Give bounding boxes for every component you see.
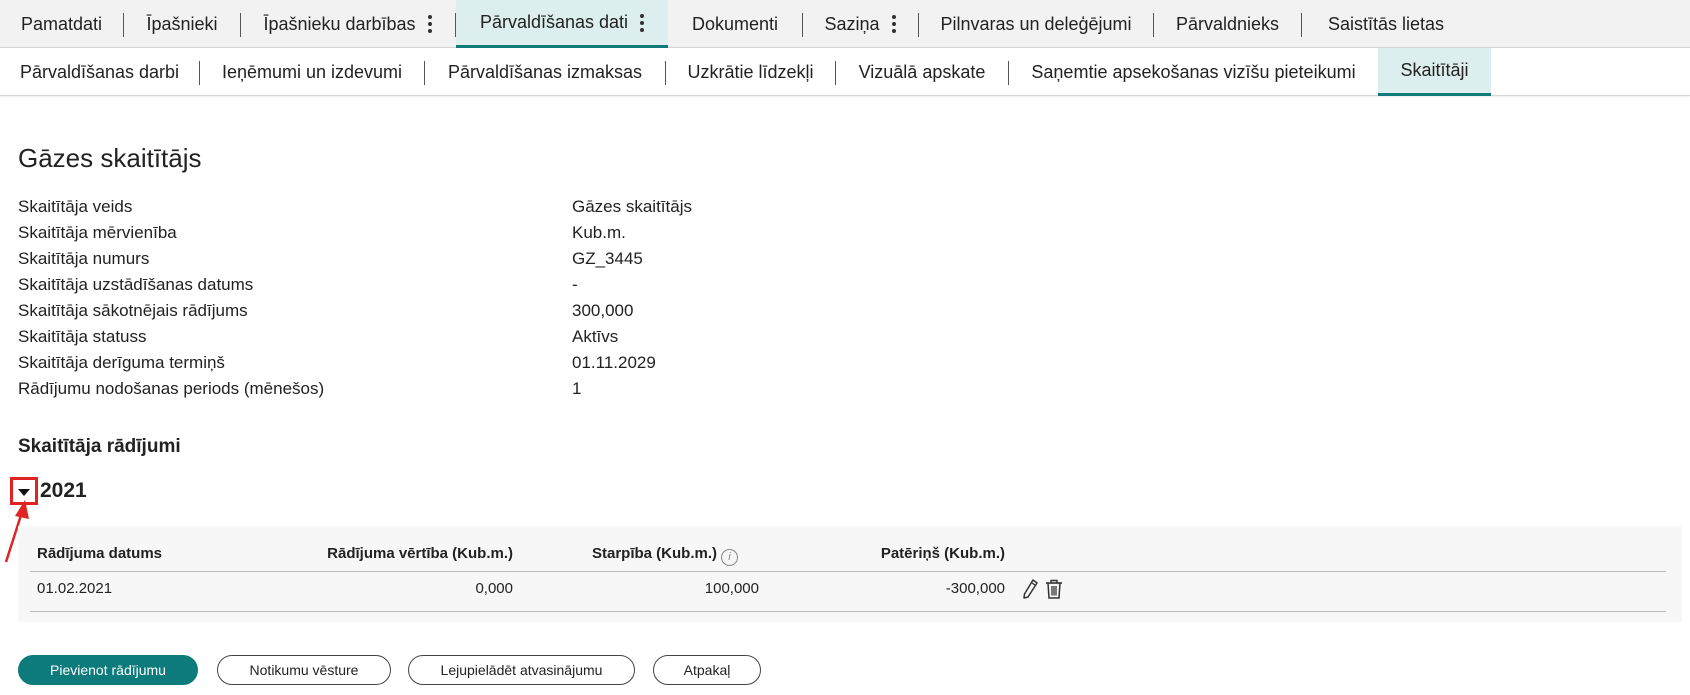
pencil-icon[interactable] xyxy=(1020,578,1040,600)
field-value: Gāzes skaitītājs xyxy=(572,197,692,216)
field-value: 300,000 xyxy=(572,301,634,320)
tab-uzkratie-lidzekli[interactable]: Uzkrātie līdzekļi xyxy=(666,48,835,96)
field-value: 01.11.2029 xyxy=(572,353,656,372)
tab-pamatdati[interactable]: Pamatdati xyxy=(0,0,123,48)
tab-parvaldisanas-darbi[interactable]: Pārvaldīšanas darbi xyxy=(0,48,199,96)
section-title: Skaitītāja rādījumi xyxy=(18,436,181,457)
tab-parvaldnieks[interactable]: Pārvaldnieks xyxy=(1154,0,1301,48)
tab-skaititaji[interactable]: Skaitītāji xyxy=(1378,48,1491,96)
field-label: Rādījumu nodošanas periods (mēnešos) xyxy=(18,379,325,398)
field-value: Kub.m. xyxy=(572,223,626,242)
tab-label: Uzkrātie līdzekļi xyxy=(687,61,814,82)
column-header-value: Rādījuma vērtība (Kub.m.) xyxy=(327,545,513,562)
cell-consumption: -300,000 xyxy=(945,580,1005,597)
field-label: Skaitītāja veids xyxy=(18,197,133,216)
event-history-button[interactable]: Notikumu vēsture xyxy=(217,655,391,685)
tab-ipasnieki[interactable]: Īpašnieki xyxy=(124,0,240,48)
field-value: GZ_3445 xyxy=(572,249,643,268)
field-label: Skaitītāja numurs xyxy=(18,249,150,268)
page-title: Gāzes skaitītājs xyxy=(18,143,202,173)
cell-difference: 100,000 xyxy=(704,580,759,597)
tab-label: Pamatdati xyxy=(20,13,103,34)
more-vertical-icon[interactable] xyxy=(640,13,645,32)
tab-sazina[interactable]: Saziņa xyxy=(803,0,917,48)
tab-ienemumi[interactable]: Ieņēmumi un izdevumi xyxy=(200,48,424,96)
tab-label: Saņemtie apsekošanas vizīšu pieteikumi xyxy=(1031,61,1356,82)
tab-label: Dokumenti xyxy=(691,13,779,34)
primary-tab-bar: Pamatdati Īpašnieki Īpašnieku darbības P… xyxy=(0,0,1690,48)
column-header-date: Rādījuma datums xyxy=(37,545,163,562)
tab-dokumenti[interactable]: Dokumenti xyxy=(669,0,801,48)
column-header-difference: Starpība (Kub.m.) xyxy=(591,545,717,562)
readings-table xyxy=(18,526,1682,622)
tab-ipasnieku-darbibas[interactable]: Īpašnieku darbības xyxy=(241,0,454,48)
more-vertical-icon[interactable] xyxy=(427,15,432,33)
tab-label: Skaitītāji xyxy=(1400,60,1469,80)
tab-vizuala-apskate[interactable]: Vizuālā apskate xyxy=(836,48,1008,96)
more-vertical-icon[interactable] xyxy=(891,15,896,33)
add-reading-button[interactable]: Pievienot rādījumu xyxy=(18,655,198,685)
secondary-tab-bar: Pārvaldīšanas darbi Ieņēmumi un izdevumi… xyxy=(0,48,1690,96)
cell-date: 01.02.2021 xyxy=(37,580,113,597)
year-label: 2021 xyxy=(40,479,87,502)
table-header-divider xyxy=(30,571,1666,572)
trash-icon[interactable] xyxy=(1044,578,1064,600)
tab-label: Īpašnieki xyxy=(146,13,218,34)
cell-value: 0,000 xyxy=(475,580,513,597)
tab-label: Pārvaldīšanas darbi xyxy=(19,61,180,82)
field-label: Skaitītāja sākotnējais rādījums xyxy=(18,301,248,320)
tab-label: Pārvaldnieks xyxy=(1175,13,1280,34)
tab-parvaldisanas-dati[interactable]: Pārvaldīšanas dati xyxy=(456,0,668,48)
tab-label: Pilnvaras un deleģējumi xyxy=(940,13,1132,34)
info-icon[interactable]: i xyxy=(721,548,738,566)
tab-saistitas-lietas[interactable]: Saistītās lietas xyxy=(1302,0,1470,48)
field-label: Skaitītāja statuss xyxy=(18,327,147,346)
tab-label: Īpašnieku darbības xyxy=(263,13,416,34)
tab-apsekosanas-pieteikumi[interactable]: Saņemtie apsekošanas vizīšu pieteikumi xyxy=(1009,48,1378,96)
download-derivative-button[interactable]: Lejupielādēt atvasinājumu xyxy=(408,655,635,685)
tab-label: Vizuālā apskate xyxy=(858,61,986,82)
field-label: Skaitītāja uzstādīšanas datums xyxy=(18,275,254,294)
tab-label: Ieņēmumi un izdevumi xyxy=(221,61,403,82)
field-label: Skaitītāja mērvienība xyxy=(18,223,177,242)
field-label: Skaitītāja derīguma termiņš xyxy=(18,353,225,372)
tab-label: Saziņa xyxy=(824,13,880,34)
column-header-consumption: Patēriņš (Kub.m.) xyxy=(880,545,1005,562)
tab-pilnvaras[interactable]: Pilnvaras un deleģējumi xyxy=(919,0,1153,48)
field-value: Aktīvs xyxy=(572,327,619,346)
tab-label: Pārvaldīšanas dati xyxy=(479,12,629,32)
back-button[interactable]: Atpakaļ xyxy=(653,655,761,685)
column-header-difference-wrap: Starpība (Kub.m.) i xyxy=(556,545,738,566)
field-value: - xyxy=(572,275,578,294)
field-value: 1 xyxy=(572,379,582,398)
tab-label: Saistītās lietas xyxy=(1327,13,1445,34)
tab-parvaldisanas-izmaksas[interactable]: Pārvaldīšanas izmaksas xyxy=(425,48,665,96)
tab-label: Pārvaldīšanas izmaksas xyxy=(447,61,643,82)
table-row-divider xyxy=(30,611,1666,612)
